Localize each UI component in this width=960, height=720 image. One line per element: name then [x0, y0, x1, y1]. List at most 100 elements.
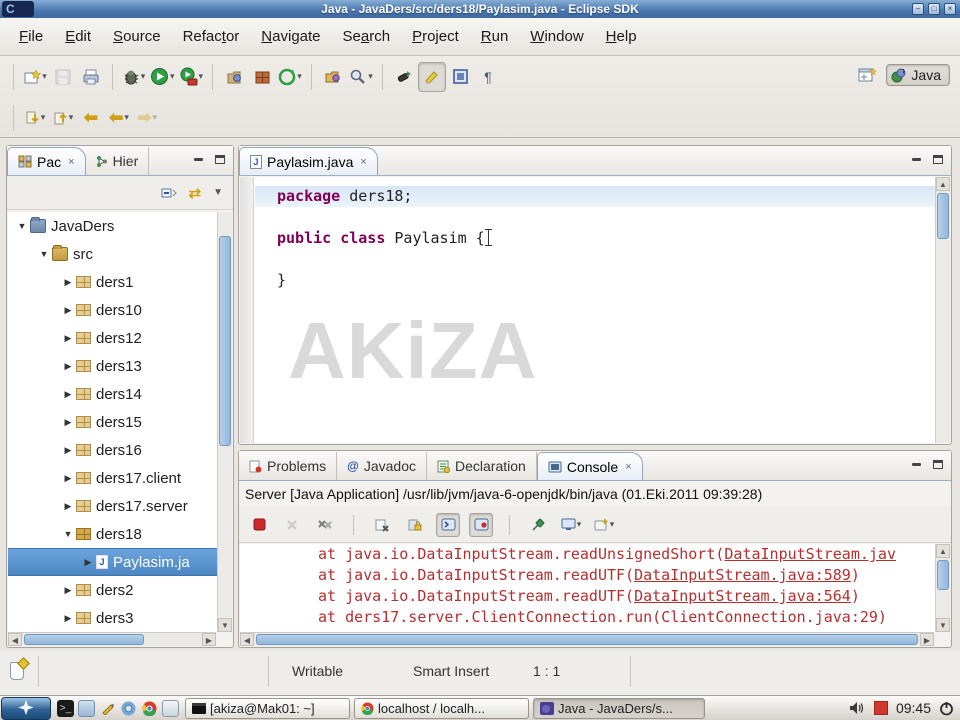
tree-collapsed-icon[interactable]: ▶ [60, 585, 76, 596]
prev-annotation-button[interactable]: ▾ [49, 103, 77, 133]
stack-trace-link[interactable]: DataInputStream.java:564 [634, 587, 851, 605]
tree-collapsed-icon[interactable]: ▶ [60, 417, 76, 428]
debug-button[interactable]: ▾ [120, 62, 148, 92]
tree-item-ders1[interactable]: ▶ ders1 [8, 268, 217, 296]
tree-collapsed-icon[interactable]: ▶ [60, 305, 76, 316]
tree-horizontal-scrollbar[interactable]: ◀ ▶ [8, 632, 216, 646]
scroll-left-icon[interactable]: ◀ [8, 633, 22, 646]
scrollbar-thumb[interactable] [937, 193, 949, 239]
tree-item-ders2[interactable]: ▶ ders2 [8, 576, 217, 604]
menu-file[interactable]: File [8, 28, 54, 45]
open-console-button[interactable]: ▾ [592, 513, 616, 537]
stack-trace-link[interactable]: DataInputStream.jav [724, 545, 896, 563]
view-menu-button[interactable]: ▼ [213, 187, 223, 198]
tree-item-ders10[interactable]: ▶ ders10 [8, 296, 217, 324]
tree-expanded-icon[interactable]: ▼ [14, 221, 30, 231]
tree-collapsed-icon[interactable]: ▶ [60, 277, 76, 288]
minimize-button[interactable]: – [912, 3, 924, 15]
menu-source[interactable]: Source [102, 28, 172, 45]
mark-occurrences-button[interactable] [418, 61, 447, 92]
tab-javadoc[interactable]: @ Javadoc [337, 452, 427, 480]
tree-expanded-icon[interactable]: ▼ [60, 529, 76, 539]
scroll-down-icon[interactable]: ▼ [936, 618, 950, 632]
maximize-view-button[interactable] [930, 152, 946, 166]
new-java-package-button[interactable] [248, 62, 276, 92]
power-icon[interactable] [939, 701, 954, 716]
taskbar-window-terminal[interactable]: [akiza@Mak01: ~] [185, 697, 350, 719]
new-class-button[interactable]: ▾ [276, 62, 304, 92]
external-tools-button[interactable]: ▾ [177, 62, 206, 92]
tree-item-ders3[interactable]: ▶ ders3 [8, 604, 217, 632]
maximize-view-button[interactable] [930, 457, 946, 471]
scroll-up-icon[interactable]: ▲ [936, 544, 950, 558]
link-with-editor-button[interactable]: ⇄ [189, 184, 202, 202]
tree-item-ders15[interactable]: ▶ ders15 [8, 408, 217, 436]
console-vertical-scrollbar[interactable]: ▲ ▼ [935, 544, 950, 632]
tray-status-indicator[interactable] [873, 701, 888, 715]
tree-expanded-icon[interactable]: ▼ [36, 249, 52, 259]
tree-item-ders18[interactable]: ▼ ders18 [8, 520, 217, 548]
tab-paylasim-java[interactable]: J Paylasim.java × [239, 147, 378, 175]
tree-collapsed-icon[interactable]: ▶ [60, 361, 76, 372]
tab-package-explorer[interactable]: Pac × [7, 147, 86, 175]
run-button[interactable]: ▾ [148, 62, 177, 92]
minimize-view-button[interactable] [908, 457, 924, 471]
pin-console-button[interactable] [526, 513, 550, 537]
show-source-button[interactable] [446, 62, 474, 92]
start-menu-button[interactable] [1, 696, 51, 720]
tree-collapsed-icon[interactable]: ▶ [60, 389, 76, 400]
java-perspective-button[interactable]: Java [886, 64, 950, 86]
tree-collapsed-icon[interactable]: ▶ [60, 613, 76, 624]
show-whitespace-button[interactable]: ¶ [474, 62, 502, 92]
new-java-project-button[interactable] [220, 62, 248, 92]
print-button[interactable] [77, 62, 105, 92]
remove-all-terminated-button[interactable] [313, 513, 337, 537]
tree-collapsed-icon[interactable]: ▶ [60, 501, 76, 512]
menu-navigate[interactable]: Navigate [250, 28, 331, 45]
torch-button[interactable] [390, 62, 418, 92]
tab-hierarchy[interactable]: Hier [86, 147, 150, 175]
tree-collapsed-icon[interactable]: ▶ [60, 445, 76, 456]
tree-item-ders14[interactable]: ▶ ders14 [8, 380, 217, 408]
minimize-view-button[interactable] [190, 152, 206, 166]
tab-declaration[interactable]: Declaration [427, 452, 537, 480]
scroll-right-icon[interactable]: ▶ [202, 633, 216, 646]
tree-collapsed-icon[interactable]: ▶ [80, 557, 96, 568]
taskbar-window-eclipse[interactable]: Java - JavaDers/s... [533, 697, 705, 719]
menu-run[interactable]: Run [470, 28, 520, 45]
scroll-left-icon[interactable]: ◀ [240, 633, 254, 646]
menu-refactor[interactable]: Refactor [172, 28, 251, 45]
tree-item-ders17-server[interactable]: ▶ ders17.server [8, 492, 217, 520]
fast-view-icon[interactable] [10, 662, 24, 680]
tree-item-ders17-client[interactable]: ▶ ders17.client [8, 464, 217, 492]
close-icon[interactable]: × [625, 461, 631, 473]
open-type-button[interactable] [319, 62, 347, 92]
maximize-button[interactable]: □ [928, 3, 940, 15]
tree-item-paylasim-selected[interactable]: ▶ J Paylasim.ja [8, 548, 217, 576]
menu-search[interactable]: Search [332, 28, 402, 45]
show-stdout-button[interactable] [436, 512, 460, 537]
search-button[interactable]: ▾ [347, 62, 375, 92]
remove-launch-button[interactable] [280, 513, 304, 537]
console-output[interactable]: at java.io.DataInputStream.readUnsignedS… [240, 544, 935, 632]
tab-problems[interactable]: Problems [239, 452, 338, 480]
scroll-right-icon[interactable]: ▶ [920, 633, 934, 646]
close-button[interactable]: × [944, 3, 956, 15]
last-edit-location-button[interactable]: ⬅ [77, 103, 105, 133]
scrollbar-thumb[interactable] [219, 236, 231, 446]
back-button[interactable]: ⬅ ▾ [105, 103, 133, 133]
open-perspective-button[interactable] [858, 66, 878, 84]
scroll-lock-button[interactable] [403, 513, 427, 537]
next-annotation-button[interactable]: ▾ [21, 103, 49, 133]
tab-console[interactable]: Console × [536, 452, 643, 480]
maximize-view-button[interactable] [212, 152, 228, 166]
tree-item-javaders[interactable]: ▼ JavaDers [8, 212, 217, 240]
close-icon[interactable]: × [68, 156, 74, 168]
scroll-down-icon[interactable]: ▼ [218, 618, 232, 632]
collapse-all-button[interactable] [161, 186, 177, 200]
save-button[interactable] [49, 62, 77, 92]
terminate-button[interactable] [247, 513, 271, 537]
code-editor[interactable]: AKiZA package ders18; public class Payla… [240, 177, 935, 443]
menu-help[interactable]: Help [595, 28, 648, 45]
tree-vertical-scrollbar[interactable]: ▼ [217, 212, 232, 632]
